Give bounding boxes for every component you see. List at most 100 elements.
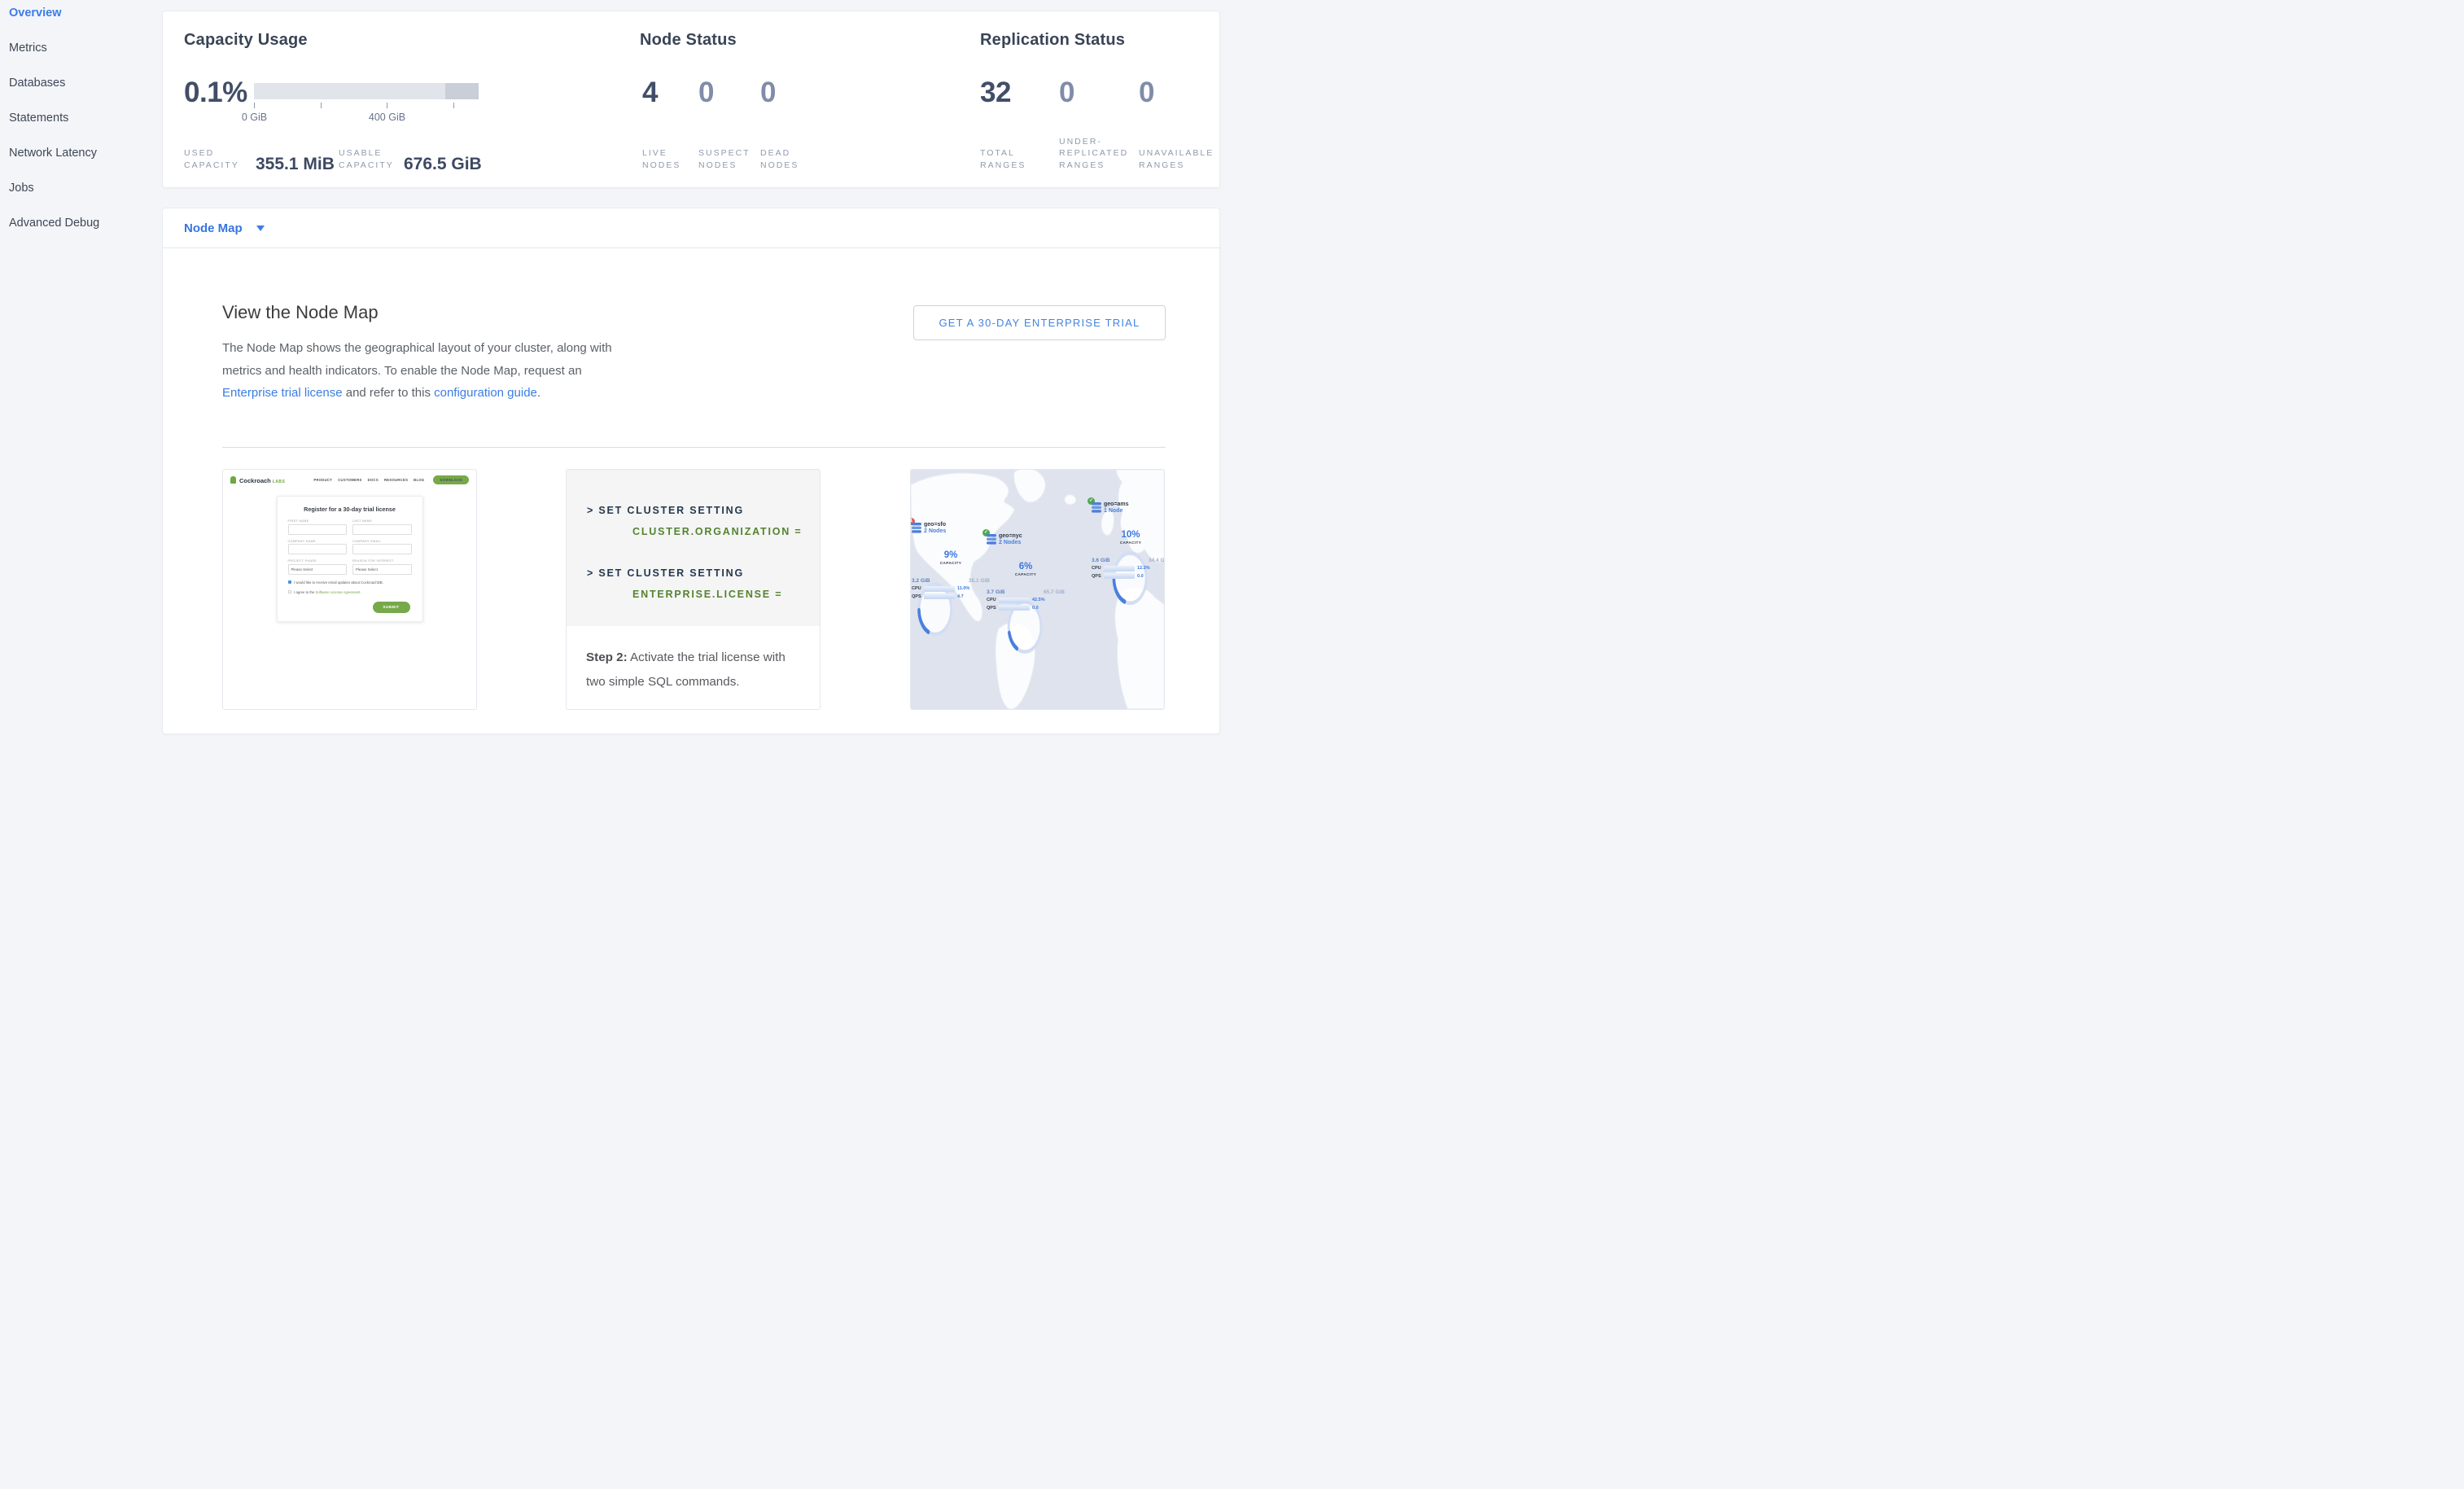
locality-name: geo=nyc xyxy=(999,533,1065,540)
capacity-label: CAPACITY xyxy=(1120,541,1141,545)
checkbox-checked-icon xyxy=(288,580,292,585)
description-text: and refer to this xyxy=(343,386,435,400)
database-icon xyxy=(1092,502,1101,513)
sidebar-item-metrics[interactable]: Metrics xyxy=(9,42,162,55)
cockroach-bug-icon xyxy=(230,476,236,484)
locality-node-count: 2 Nodes xyxy=(999,540,1065,546)
capacity-bar xyxy=(254,83,479,99)
total-gib: 65.7 GiB xyxy=(1044,589,1065,595)
sidebar-item-statements[interactable]: Statements xyxy=(9,112,162,125)
cpu-sparkline xyxy=(1104,566,1135,572)
dead-nodes-label: DEAD NODES xyxy=(760,147,809,171)
sql-commands-preview: > SET CLUSTER SETTING CLUSTER.ORGANIZATI… xyxy=(567,470,820,626)
panel-description: The Node Map shows the geographical layo… xyxy=(222,337,631,405)
mini-field-company-email: COMPANY EMAIL xyxy=(352,540,412,555)
sql-line: > SET CLUSTER SETTING xyxy=(587,506,820,516)
chevron-down-icon xyxy=(256,226,265,231)
capacity-percent: 10% xyxy=(1121,531,1140,540)
sql-line: CLUSTER.ORGANIZATION = xyxy=(632,527,820,537)
used-gib: 3.7 GiB xyxy=(987,589,1004,595)
mini-site-nav: PRODUCT CUSTOMERS DOCS RESOURCES BLOG DO… xyxy=(313,475,469,484)
mini-nav-item: CUSTOMERS xyxy=(338,478,361,482)
suspect-nodes-count: 0 xyxy=(698,77,714,109)
qps-sparkline xyxy=(1104,573,1135,579)
step1-card: Cockroach LABS PRODUCT CUSTOMERS DOCS RE… xyxy=(222,469,477,710)
used-gib: 3.2 GiB xyxy=(912,578,930,584)
mini-download-button: DOWNLOAD xyxy=(433,475,469,484)
axis-tick-label: 400 GiB xyxy=(365,112,409,123)
qps-sparkline xyxy=(924,593,955,599)
axis-tick xyxy=(453,103,454,108)
mini-checkbox-license: I agree to the Software License Agreemen… xyxy=(288,590,412,594)
capacity-percent: 6% xyxy=(1019,563,1033,572)
step3-card: 1 geo=sfo 2 Nodes 9% CAPACITY 3.2 GiB35.… xyxy=(910,469,1165,710)
unavailable-count: 0 xyxy=(1139,77,1154,109)
locality-node-count: 2 Nodes xyxy=(924,528,990,535)
cpu-value: 42.5% xyxy=(1032,598,1045,602)
mini-site-header: Cockroach LABS PRODUCT CUSTOMERS DOCS RE… xyxy=(223,470,476,484)
sidebar-item-databases[interactable]: Databases xyxy=(9,77,162,90)
database-icon xyxy=(987,534,996,545)
sidebar-item-overview[interactable]: Overview xyxy=(9,7,162,20)
view-selector-bar: Node Map xyxy=(162,208,1220,248)
sidebar-item-jobs[interactable]: Jobs xyxy=(9,182,162,195)
step3-caption: Step 3: Follow this guide to configure l… xyxy=(911,709,1164,710)
locality-node-count: 1 Node xyxy=(1104,508,1164,515)
cpu-value: 12.3% xyxy=(1137,566,1150,571)
total-ranges-count: 32 xyxy=(980,77,1011,109)
enterprise-trial-license-link[interactable]: Enterprise trial license xyxy=(222,386,343,400)
qps-value: 0.0 xyxy=(1137,574,1144,579)
sidebar-item-advanced-debug[interactable]: Advanced Debug xyxy=(9,217,162,230)
locality-name: geo=ams xyxy=(1104,501,1164,508)
mini-registration-form: Register for a 30-day trial license FIRS… xyxy=(277,496,423,622)
description-text: . xyxy=(537,386,541,400)
under-replicated-count: 0 xyxy=(1059,77,1074,109)
live-nodes-count: 4 xyxy=(642,77,658,109)
node-map-panel: View the Node Map The Node Map shows the… xyxy=(162,248,1220,734)
node-status-title: Node Status xyxy=(640,31,737,50)
get-enterprise-trial-button[interactable]: GET A 30-DAY ENTERPRISE TRIAL xyxy=(913,305,1166,340)
mini-field-reason: REASON FOR INTERESTPlease Select xyxy=(352,559,412,575)
total-gib: 34.4 GiB xyxy=(1149,558,1164,563)
locality-name: geo=sfo xyxy=(924,522,990,528)
mini-submit-button: SUBMIT xyxy=(373,602,410,613)
description-text: The Node Map shows the geographical layo… xyxy=(222,341,612,378)
sql-line: ENTERPRISE.LICENSE = xyxy=(632,589,820,600)
node-map-dropdown[interactable]: Node Map xyxy=(163,208,1219,247)
mini-nav-item: BLOG xyxy=(414,478,424,482)
qps-value: 4.7 xyxy=(957,594,964,599)
capacity-usage-title: Capacity Usage xyxy=(184,31,308,50)
capacity-percent: 9% xyxy=(944,551,958,560)
checkbox-empty-icon xyxy=(288,590,292,594)
locality-marker-sfo: 1 geo=sfo 2 Nodes 9% CAPACITY 3.2 GiB35.… xyxy=(912,522,990,599)
configuration-guide-link[interactable]: configuration guide xyxy=(434,386,537,400)
mini-nav-item: DOCS xyxy=(368,478,379,482)
axis-tick xyxy=(254,103,255,108)
mini-form-title: Register for a 30-day trial license xyxy=(288,506,412,513)
qps-value: 0.0 xyxy=(1032,606,1039,611)
mini-nav-item: RESOURCES xyxy=(384,478,408,482)
database-icon xyxy=(912,523,921,533)
total-ranges-label: TOTAL RANGES xyxy=(980,147,1037,171)
cockroach-labs-logo: Cockroach LABS xyxy=(230,475,285,484)
under-replicated-label: UNDER-REPLICATED RANGES xyxy=(1059,136,1132,172)
capacity-bar-dark-segment xyxy=(445,83,479,99)
step1-caption: Step 1: Get a trial license delivered st… xyxy=(223,709,476,710)
axis-tick-label: 0 GiB xyxy=(239,112,269,123)
locality-marker-ams: ✓ geo=ams 1 Node 10% CAPACITY 3.6 GiB34.… xyxy=(1092,501,1164,579)
sidebar-item-network-latency[interactable]: Network Latency xyxy=(9,147,162,160)
axis-tick xyxy=(321,103,322,108)
capacity-label: CAPACITY xyxy=(940,561,961,565)
usable-capacity-value: 676.5 GiB xyxy=(404,155,482,174)
page-title: View the Node Map xyxy=(222,302,379,323)
sql-line: > SET CLUSTER SETTING xyxy=(587,568,820,579)
mini-field-project-phase: PROJECT PHASEPlease Select xyxy=(288,559,348,575)
cpu-sparkline xyxy=(999,598,1030,603)
used-gib: 3.6 GiB xyxy=(1092,558,1109,563)
replication-status-title: Replication Status xyxy=(980,31,1125,50)
mini-field-last-name: LAST NAME xyxy=(352,519,412,535)
cluster-summary-card: Capacity Usage 0.1% 0 GiB 400 GiB USED C… xyxy=(162,11,1220,188)
section-divider xyxy=(222,447,1166,448)
dead-nodes-count: 0 xyxy=(760,77,776,109)
suspect-nodes-label: SUSPECT NODES xyxy=(698,147,754,171)
